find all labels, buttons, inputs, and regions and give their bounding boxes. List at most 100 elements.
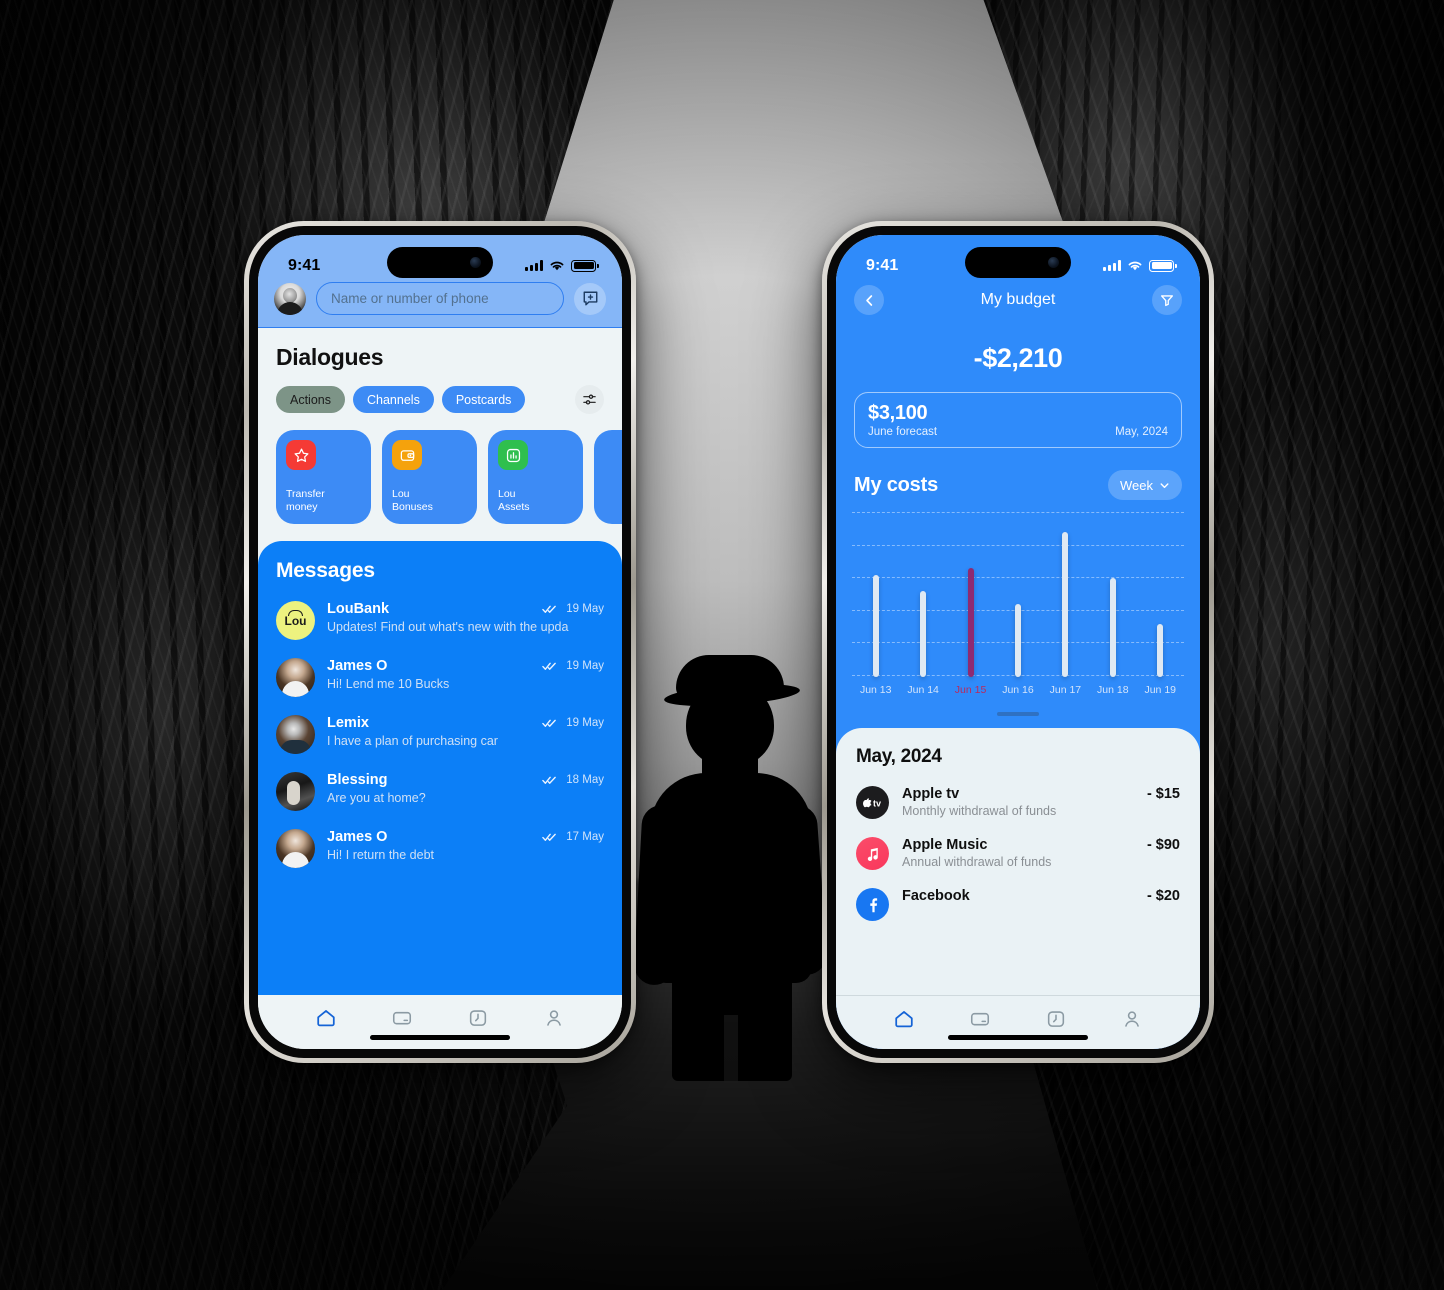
chart-bar[interactable] [1062,532,1069,677]
message-row[interactable]: James O 19 May Hi! Lend me 10 Bucks [276,652,604,709]
dynamic-island [965,247,1071,278]
chart-bar-column[interactable] [899,512,946,677]
history-clock-icon [1047,1010,1065,1027]
search-input[interactable]: Name or number of phone [316,282,564,315]
my-costs-header: My costs Week [836,470,1200,500]
chart-x-label: Jun 17 [1049,684,1082,696]
chart-bar[interactable] [1109,578,1116,677]
james-avatar [276,829,315,868]
double-check-icon [542,719,557,727]
chart-bar-column[interactable] [1089,512,1136,677]
chart-bar[interactable] [1014,604,1021,677]
james-avatar [276,658,315,697]
transaction-row[interactable]: tv Apple tv - $15 Monthly withdrawal of … [856,786,1180,819]
dynamic-island [387,247,493,278]
card-icon [392,1011,412,1025]
tab-profile[interactable] [516,1007,592,1029]
background-photo [0,0,1444,1290]
star-icon [293,448,309,462]
apple-tv-icon: tv [856,786,889,819]
history-clock-icon [469,1010,487,1026]
chart-bar[interactable] [967,568,974,677]
filter-settings-button[interactable] [575,385,604,414]
bottom-tab-bar-left [258,995,622,1049]
forecast-label: June forecast [868,426,938,438]
quick-action-lou-bonuses[interactable]: Lou Bonuses [382,430,477,524]
chart-bar-column[interactable] [852,512,899,677]
filter-chip-actions[interactable]: Actions [276,386,345,413]
chart-bar-column[interactable] [994,512,1041,677]
star-icon-badge [286,440,316,470]
quick-action-transfer-money[interactable]: Transfer money [276,430,371,524]
message-preview: Updates! Find out what's new with the up… [327,620,569,634]
message-row[interactable]: Lou LouBank 19 May Updates! Find out wha… [276,595,604,652]
message-sender: Blessing [327,772,388,788]
sliders-icon [583,394,596,405]
tab-cards[interactable] [364,1007,440,1029]
period-selector[interactable]: Week [1108,470,1182,500]
transaction-name: Apple tv [902,786,960,802]
phone-right: 9:41 My budget -$2,210 $3,100 June forec… [822,221,1214,1063]
sheet-drag-handle[interactable] [997,712,1039,716]
tab-profile[interactable] [1094,1008,1170,1030]
costs-title: My costs [854,473,938,496]
message-row[interactable]: James O 17 May Hi! I return the debt [276,823,604,880]
back-button[interactable] [854,285,884,315]
transaction-subtitle: Monthly withdrawal of funds [902,804,1057,818]
filter-chip-postcards[interactable]: Postcards [441,386,526,413]
new-message-button[interactable] [574,282,606,315]
funnel-filter-icon [1161,295,1173,307]
message-row[interactable]: Blessing 18 May Are you at home? [276,766,604,823]
transactions-sheet: May, 2024 tv Apple tv - $15 Monthly with… [836,728,1200,995]
new-message-icon [583,291,597,306]
message-date: 17 May [566,831,604,843]
status-time: 9:41 [288,256,321,274]
chart-bar[interactable] [872,575,879,677]
quick-action-lou-assets[interactable]: Lou Assets [488,430,583,524]
chart-x-label: Jun 14 [907,684,939,696]
filter-chip-row: Actions Channels Postcards [276,385,604,414]
tab-home[interactable] [866,1008,942,1030]
chart-bar-column[interactable] [1137,512,1184,677]
cellular-bars-icon [525,260,543,271]
forecast-amount: $3,100 [868,402,928,424]
message-row[interactable]: Lemix 19 May I have a plan of purchasing… [276,709,604,766]
tab-home[interactable] [288,1007,364,1029]
chart-bar-column[interactable] [1042,512,1089,677]
quick-action-next-partial[interactable] [594,430,622,524]
tab-history[interactable] [1018,1008,1094,1030]
card-icon [970,1012,990,1025]
forecast-month: May, 2024 [1115,426,1168,438]
message-date: 19 May [566,717,604,729]
front-camera-icon [470,257,481,268]
chart-bars-icon [506,448,520,462]
transaction-row[interactable]: Apple Music - $90 Annual withdrawal of f… [856,837,1180,870]
tab-cards[interactable] [942,1008,1018,1030]
transaction-amount: - $15 [1146,786,1180,802]
filter-button[interactable] [1152,285,1182,315]
chart-bar[interactable] [920,591,927,677]
chart-x-label: Jun 19 [1144,684,1176,696]
filter-chip-channels[interactable]: Channels [353,386,434,413]
wallet-icon-badge [392,440,422,470]
transaction-amount: - $20 [1146,888,1180,904]
transaction-name: Apple Music [902,837,988,853]
messages-list: Lou LouBank 19 May Updates! Find out wha… [276,595,604,880]
transaction-row-partial[interactable]: Facebook - $20 [856,888,1180,921]
tab-history[interactable] [440,1007,516,1029]
chart-bars [852,512,1184,677]
chart-bar[interactable] [1157,624,1164,677]
chart-bar-column[interactable] [947,512,994,677]
loubank-avatar: Lou [276,601,315,640]
phone-left: 9:41 Name or number of phone Dialogues A… [244,221,636,1063]
status-time: 9:41 [866,256,899,274]
double-check-icon [542,605,557,613]
message-preview: I have a plan of purchasing car [327,734,498,748]
message-sender: James O [327,658,388,674]
user-avatar[interactable] [274,282,306,315]
wifi-icon [550,261,564,270]
forecast-card[interactable]: $3,100 June forecast May, 2024 [854,392,1182,448]
facebook-icon [856,888,889,921]
quick-actions-row[interactable]: Transfer money Lou Bonuses Lou Assets [276,430,622,541]
quick-action-label: Transfer money [286,488,325,514]
